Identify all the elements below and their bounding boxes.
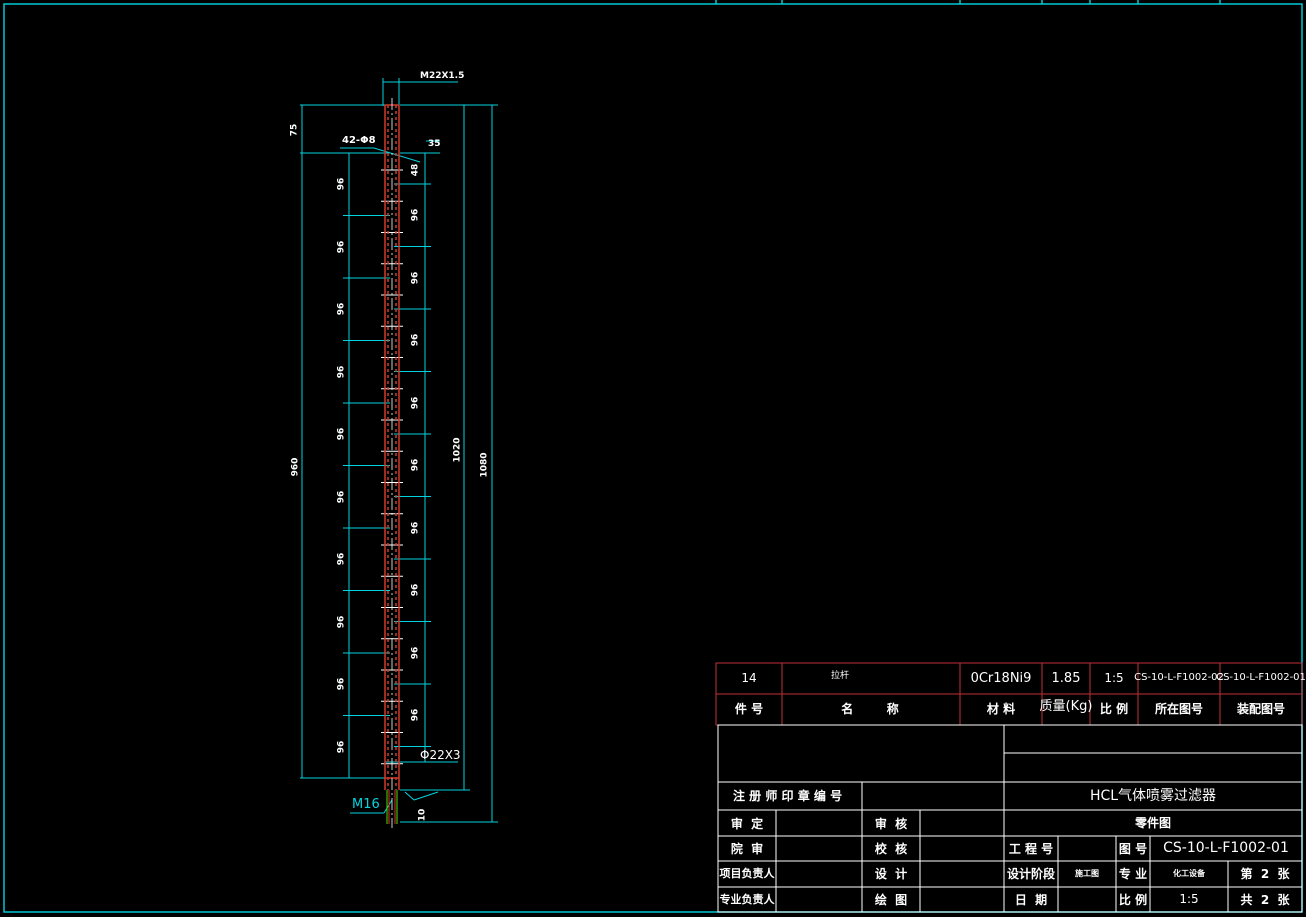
sheet-label: 第 2 张 bbox=[1240, 867, 1290, 881]
dim-48: 48 bbox=[410, 163, 421, 177]
header-no: 件 号 bbox=[734, 702, 764, 716]
dim-1080: 1080 bbox=[479, 452, 490, 478]
pitch-dim-left-4: 96 bbox=[336, 427, 347, 441]
pitch-dim-left-8: 96 bbox=[336, 677, 347, 691]
design-stage-label: 设计阶段 bbox=[1006, 867, 1056, 881]
thread-bottom-label: M16 bbox=[352, 797, 380, 812]
pitch-dim-right-3: 96 bbox=[410, 396, 421, 410]
pitch-dim-right-2: 96 bbox=[410, 333, 421, 347]
title-block-grid bbox=[717, 724, 1303, 913]
header-scale: 比 例 bbox=[1099, 702, 1129, 716]
stage-value: 施工图 bbox=[1075, 869, 1099, 878]
pitch-dim-right-0: 96 bbox=[410, 208, 421, 222]
review-label: 审 核 bbox=[874, 817, 908, 831]
pitch-dim-left-5: 96 bbox=[336, 490, 347, 504]
date-label: 日 期 bbox=[1014, 893, 1048, 907]
holes-label: 42-Φ8 bbox=[342, 135, 376, 146]
tube-size-label: Φ22X3 bbox=[420, 748, 461, 762]
scale-value: 1:5 bbox=[1179, 892, 1199, 906]
pitch-dim-right-5: 96 bbox=[410, 521, 421, 535]
drawing-title: 零件图 bbox=[1134, 816, 1172, 830]
pitch-dim-right-1: 96 bbox=[410, 271, 421, 285]
header-assembly: 装配图号 bbox=[1236, 702, 1286, 716]
pitch-dim-left-7: 96 bbox=[336, 615, 347, 629]
pitch-dim-right-6: 96 bbox=[410, 583, 421, 597]
part-material: 0Cr18Ni9 bbox=[970, 671, 1032, 686]
part-no: 14 bbox=[741, 671, 757, 685]
project-no-label: 工 程 号 bbox=[1008, 842, 1054, 856]
dim-10: 10 bbox=[417, 808, 428, 822]
header-drawing: 所在图号 bbox=[1154, 702, 1204, 716]
chief-label: 院 审 bbox=[730, 842, 764, 856]
header-mass: 质量(Kg) bbox=[1039, 699, 1093, 714]
drawing-no-label: 图 号 bbox=[1118, 842, 1148, 856]
dim-960: 960 bbox=[290, 457, 301, 477]
dim-75: 75 bbox=[289, 123, 300, 137]
pitch-dim-right-8: 96 bbox=[410, 708, 421, 722]
design-label: 设 计 bbox=[874, 867, 908, 881]
approve-label: 审 定 bbox=[730, 817, 764, 831]
part-mass: 1.85 bbox=[1051, 671, 1081, 686]
project-title: HCL气体喷雾过滤器 bbox=[1089, 788, 1217, 804]
pitch-dim-left-1: 96 bbox=[336, 240, 347, 254]
pitch-dim-right-4: 96 bbox=[410, 458, 421, 472]
drawing-frame bbox=[3, 0, 1303, 913]
pitch-dim-left-9: 96 bbox=[336, 740, 347, 754]
pitch-dim-left-2: 96 bbox=[336, 302, 347, 316]
part-drawing-no: CS-10-L-F1002-02 bbox=[1134, 672, 1224, 683]
part-name: 拉杆 bbox=[830, 671, 850, 681]
check-label: 校 核 bbox=[874, 842, 908, 856]
part-assembly-no: CS-10-L-F1002-01 bbox=[1216, 672, 1306, 683]
draw-label: 绘 图 bbox=[874, 893, 908, 907]
project-lead-label: 项目负责人 bbox=[719, 867, 775, 880]
header-name: 名 称 bbox=[841, 702, 899, 716]
discipline-lead-label: 专业负责人 bbox=[719, 893, 775, 906]
total-sheets-label: 共 2 张 bbox=[1240, 893, 1290, 907]
thread-top-label: M22X1.5 bbox=[420, 71, 465, 81]
dim-1020: 1020 bbox=[452, 437, 463, 463]
pitch-ticks-left bbox=[343, 152, 390, 779]
drawing-no: CS-10-L-F1002-01 bbox=[1163, 840, 1289, 856]
specialty-value: 化工设备 bbox=[1173, 869, 1205, 878]
scale-label: 比 例 bbox=[1118, 893, 1148, 907]
header-material: 材 料 bbox=[986, 702, 1016, 716]
part-scale: 1:5 bbox=[1104, 671, 1124, 685]
pitch-dim-left-0: 96 bbox=[336, 177, 347, 191]
cad-drawing-canvas bbox=[3, 0, 1303, 913]
dim-35: 35 bbox=[428, 139, 441, 149]
engineer-seal-label: 注 册 师 印 章 编 号 bbox=[733, 789, 843, 803]
specialty-label: 专 业 bbox=[1118, 867, 1148, 881]
pitch-dim-right-7: 96 bbox=[410, 646, 421, 660]
pitch-dim-left-6: 96 bbox=[336, 552, 347, 566]
pitch-dim-left-3: 96 bbox=[336, 365, 347, 379]
